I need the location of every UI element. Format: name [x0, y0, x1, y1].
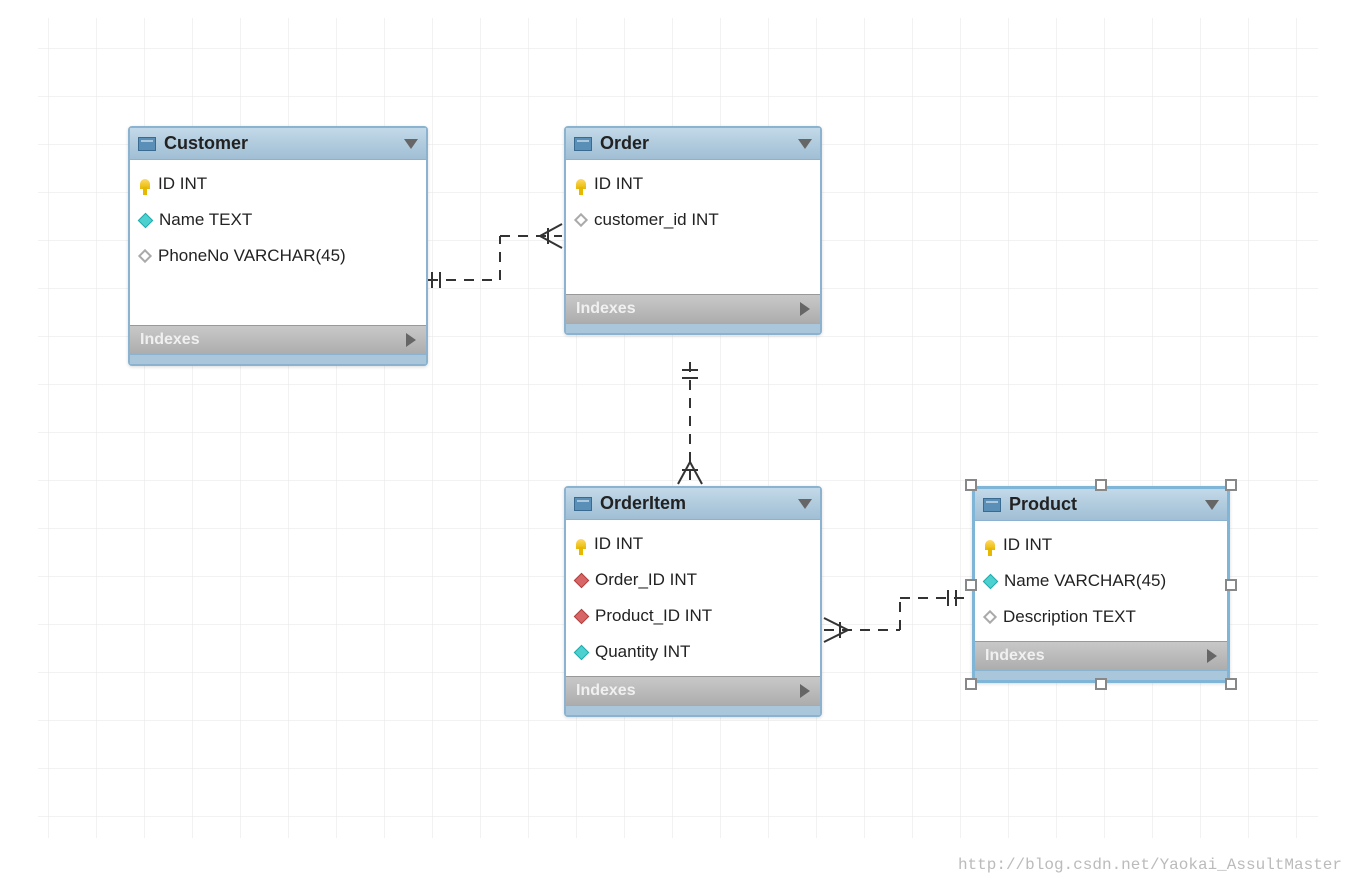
- table-icon: [574, 497, 592, 511]
- column-text: Product_ID INT: [595, 606, 712, 626]
- column-product-1[interactable]: Name VARCHAR(45): [975, 563, 1227, 599]
- diamond-filled-icon: [574, 644, 590, 660]
- diamond-empty-icon: [138, 249, 152, 263]
- column-order-1[interactable]: customer_id INT: [566, 202, 820, 238]
- column-orderitem-3[interactable]: Quantity INT: [566, 634, 820, 670]
- selection-handle[interactable]: [1225, 479, 1237, 491]
- indexes-label: Indexes: [576, 682, 636, 700]
- column-customer-0[interactable]: ID INT: [130, 166, 426, 202]
- entity-order[interactable]: Order ID INT customer_id INT Indexes: [564, 126, 822, 335]
- column-order-0[interactable]: ID INT: [566, 166, 820, 202]
- column-orderitem-0[interactable]: ID INT: [566, 526, 820, 562]
- diamond-filled-icon: [983, 573, 999, 589]
- indexes-label: Indexes: [576, 300, 636, 318]
- table-icon: [574, 137, 592, 151]
- indexes-section[interactable]: Indexes: [975, 641, 1227, 670]
- indexes-section[interactable]: Indexes: [566, 294, 820, 323]
- entity-orderitem[interactable]: OrderItem ID INT Order_ID INT Product_ID IN…: [564, 486, 822, 717]
- entity-footer-bar: [566, 323, 820, 333]
- column-text: Name TEXT: [159, 210, 252, 230]
- columns-list: ID INT Order_ID INT Product_ID INT Quantity…: [566, 520, 820, 676]
- selection-handle[interactable]: [1225, 678, 1237, 690]
- entity-header[interactable]: Customer: [130, 128, 426, 160]
- selection-handle[interactable]: [1095, 678, 1107, 690]
- column-orderitem-2[interactable]: Product_ID INT: [566, 598, 820, 634]
- indexes-section[interactable]: Indexes: [566, 676, 820, 705]
- indexes-label: Indexes: [985, 647, 1045, 665]
- diamond-fk-icon: [574, 608, 590, 624]
- er-diagram-canvas[interactable]: Customer ID INT Name TEXT PhoneNo VARCHAR(4…: [0, 0, 1354, 884]
- column-orderitem-1[interactable]: Order_ID INT: [566, 562, 820, 598]
- entity-footer-bar: [566, 705, 820, 715]
- expand-icon[interactable]: [406, 333, 416, 347]
- columns-list: ID INT Name TEXT PhoneNo VARCHAR(45): [130, 160, 426, 325]
- key-icon: [576, 539, 586, 549]
- table-icon: [138, 137, 156, 151]
- watermark-text: http://blog.csdn.net/Yaokai_AssultMaster: [958, 856, 1342, 874]
- diamond-empty-icon: [983, 610, 997, 624]
- selection-handle[interactable]: [1095, 479, 1107, 491]
- column-text: Order_ID INT: [595, 570, 697, 590]
- collapse-icon[interactable]: [798, 139, 812, 149]
- columns-list: ID INT Name VARCHAR(45) Description TEXT: [975, 521, 1227, 641]
- column-text: ID INT: [594, 174, 643, 194]
- expand-icon[interactable]: [800, 684, 810, 698]
- column-text: ID INT: [158, 174, 207, 194]
- key-icon: [985, 540, 995, 550]
- entity-customer[interactable]: Customer ID INT Name TEXT PhoneNo VARCHAR(4…: [128, 126, 428, 366]
- column-text: Description TEXT: [1003, 607, 1136, 627]
- column-text: customer_id INT: [594, 210, 719, 230]
- selection-handle[interactable]: [965, 579, 977, 591]
- column-text: Quantity INT: [595, 642, 690, 662]
- collapse-icon[interactable]: [1205, 500, 1219, 510]
- column-text: ID INT: [594, 534, 643, 554]
- column-product-0[interactable]: ID INT: [975, 527, 1227, 563]
- entity-name: OrderItem: [600, 493, 798, 514]
- columns-list: ID INT customer_id INT: [566, 160, 820, 294]
- entity-header[interactable]: Order: [566, 128, 820, 160]
- entity-header[interactable]: Product: [975, 489, 1227, 521]
- column-text: PhoneNo VARCHAR(45): [158, 246, 346, 266]
- column-customer-1[interactable]: Name TEXT: [130, 202, 426, 238]
- diamond-empty-icon: [574, 213, 588, 227]
- column-text: Name VARCHAR(45): [1004, 571, 1166, 591]
- key-icon: [140, 179, 150, 189]
- selection-handle[interactable]: [965, 678, 977, 690]
- column-customer-2[interactable]: PhoneNo VARCHAR(45): [130, 238, 426, 274]
- collapse-icon[interactable]: [798, 499, 812, 509]
- entity-name: Order: [600, 133, 798, 154]
- column-text: ID INT: [1003, 535, 1052, 555]
- key-icon: [576, 179, 586, 189]
- indexes-section[interactable]: Indexes: [130, 325, 426, 354]
- selection-handle[interactable]: [1225, 579, 1237, 591]
- expand-icon[interactable]: [1207, 649, 1217, 663]
- column-product-2[interactable]: Description TEXT: [975, 599, 1227, 635]
- table-icon: [983, 498, 1001, 512]
- diamond-fk-icon: [574, 572, 590, 588]
- collapse-icon[interactable]: [404, 139, 418, 149]
- selection-handle[interactable]: [965, 479, 977, 491]
- diamond-filled-icon: [138, 212, 154, 228]
- entity-product[interactable]: Product ID INT Name VARCHAR(45) Description…: [972, 486, 1230, 683]
- expand-icon[interactable]: [800, 302, 810, 316]
- entity-header[interactable]: OrderItem: [566, 488, 820, 520]
- indexes-label: Indexes: [140, 331, 200, 349]
- entity-name: Customer: [164, 133, 404, 154]
- entity-name: Product: [1009, 494, 1205, 515]
- entity-footer-bar: [130, 354, 426, 364]
